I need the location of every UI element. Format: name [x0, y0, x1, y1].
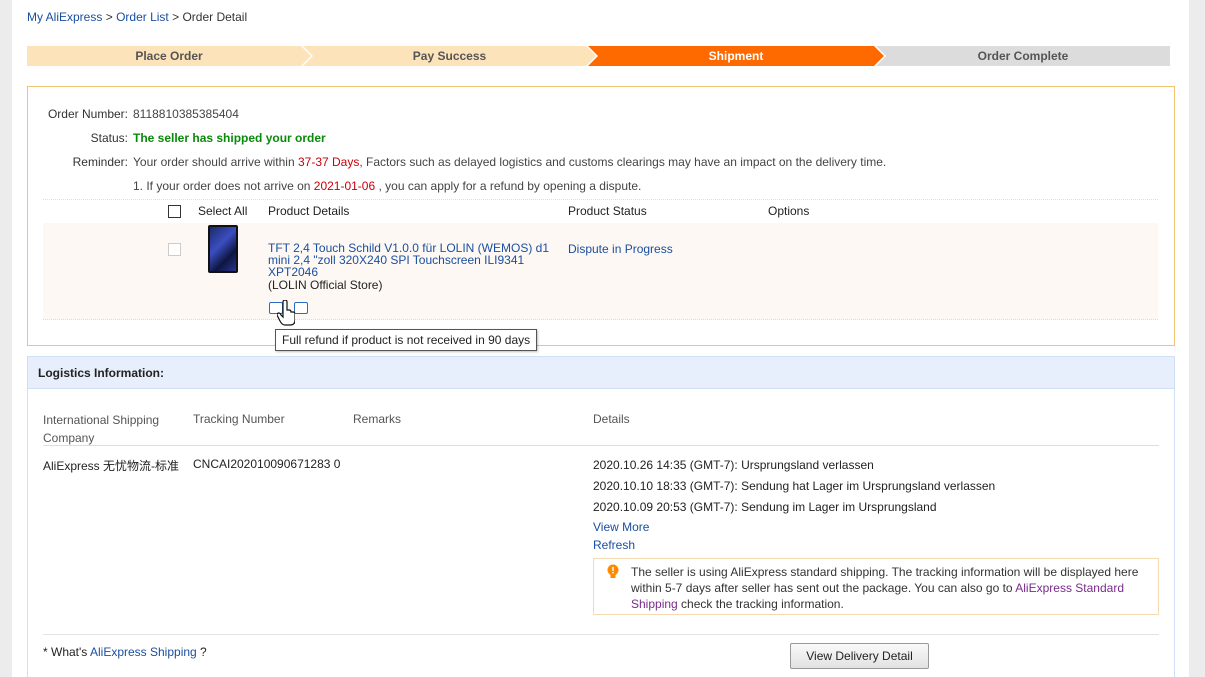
divider [43, 634, 1159, 635]
divider [43, 445, 1159, 446]
breadcrumb-my-aliexpress[interactable]: My AliExpress [27, 10, 102, 24]
order-progress-steps: Place Order Pay Success Shipment Order C… [27, 46, 1170, 66]
col-tracking-number: Tracking Number [193, 412, 285, 426]
refund-note-suffix: , you can apply for a refund by opening … [375, 179, 642, 193]
reminder-days: 37-37 Days [297, 155, 360, 169]
shipping-company: AliExpress 无忧物流-标准 [43, 459, 180, 473]
step-pay-success: Pay Success [303, 46, 596, 66]
reminder-label: Reminder: [72, 155, 128, 169]
breadcrumb-separator: > [105, 10, 113, 24]
shipping-notice-text: The seller is using AliExpress standard … [631, 564, 1141, 612]
refund-note-date: 2021-01-06 [313, 179, 376, 193]
product-title-link[interactable]: TFT 2,4 Touch Schild V1.0.0 für LOLIN (W… [268, 242, 549, 278]
whats-shipping-prefix: * What's [43, 645, 90, 659]
notice-suffix: check the tracking information. [677, 597, 844, 611]
lightbulb-icon [607, 564, 619, 578]
product-table-header: Select All Product Details Product Statu… [43, 199, 1158, 223]
col-details: Details [593, 412, 630, 426]
col-product-status: Product Status [568, 204, 647, 218]
product-row: TFT 2,4 Touch Schild V1.0.0 für LOLIN (W… [43, 223, 1158, 320]
breadcrumb: My AliExpress > Order List > Order Detai… [27, 10, 247, 24]
reminder-prefix: Your order should arrive within [133, 155, 298, 169]
whats-shipping: * What's AliExpress Shipping ? [43, 645, 207, 659]
breadcrumb-current: Order Detail [182, 10, 248, 24]
order-number-label: Order Number: [47, 107, 128, 121]
tracking-event: 2020.10.10 18:33 (GMT-7): Sendung hat La… [593, 479, 996, 493]
refresh-link[interactable]: Refresh [593, 538, 635, 552]
shipping-notice: The seller is using AliExpress standard … [593, 558, 1159, 615]
order-number: 8118810385385404 [133, 107, 239, 121]
order-status: The seller has shipped your order [133, 131, 326, 145]
tracking-event: 2020.10.09 20:53 (GMT-7): Sendung im Lag… [593, 500, 937, 514]
select-all-label: Select All [198, 204, 248, 218]
step-shipment: Shipment [588, 46, 884, 66]
reminder-suffix: , Factors such as delayed logistics and … [359, 155, 887, 169]
tracking-number: CNCAI202010090671283 0 [193, 457, 341, 471]
tracking-event: 2020.10.26 14:35 (GMT-7): Ursprungsland … [593, 458, 874, 472]
reminder-text: Your order should arrive within 37-37 Da… [133, 155, 886, 169]
store-name: (LOLIN Official Store) [268, 278, 383, 292]
col-options: Options [768, 204, 810, 218]
col-shipping-company: International Shipping Company [43, 411, 159, 447]
product-title-line: XPT2046 [268, 265, 319, 279]
breadcrumb-separator: > [172, 10, 180, 24]
refund-note-prefix: 1. If your order does not arrive on [133, 179, 314, 193]
step-place-order: Place Order [27, 46, 311, 66]
view-more-link[interactable]: View More [593, 520, 649, 534]
col-remarks: Remarks [353, 412, 402, 426]
page: My AliExpress > Order List > Order Detai… [12, 0, 1189, 677]
refund-note: 1. If your order does not arrive on 2021… [133, 179, 641, 193]
select-all-checkbox[interactable] [168, 205, 181, 218]
status-label: Status: [90, 131, 128, 145]
col-shipping-company-line: International Shipping [43, 413, 160, 427]
step-order-complete: Order Complete [876, 46, 1170, 66]
refund-tooltip: Full refund if product is not received i… [275, 329, 538, 351]
order-info-panel: Order Number: 8118810385385404 Status: T… [27, 86, 1175, 346]
aliexpress-shipping-link[interactable]: AliExpress Shipping [90, 645, 197, 659]
view-delivery-detail-button[interactable]: View Delivery Detail [790, 643, 929, 669]
col-product-details: Product Details [268, 204, 350, 218]
dispute-status-link[interactable]: Dispute in Progress [568, 242, 673, 256]
page-scrollbar[interactable] [1189, 0, 1205, 677]
logistics-panel: Logistics Information: International Shi… [27, 356, 1175, 677]
return-guarantee-icon[interactable] [294, 302, 308, 314]
logistics-header: Logistics Information: [28, 357, 1174, 389]
hand-cursor-icon [277, 300, 295, 326]
product-checkbox[interactable] [168, 243, 181, 256]
whats-shipping-suffix: ? [196, 645, 207, 659]
product-thumbnail[interactable] [208, 225, 238, 273]
breadcrumb-order-list[interactable]: Order List [116, 10, 169, 24]
